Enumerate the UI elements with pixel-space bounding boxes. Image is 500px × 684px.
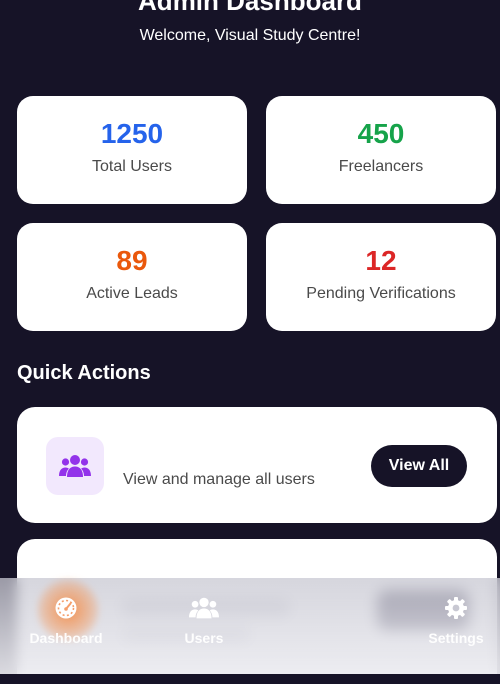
stat-value: 89 xyxy=(116,245,148,276)
gear-icon xyxy=(445,597,467,619)
stat-label: Active Leads xyxy=(86,285,178,302)
quick-actions-title: Quick Actions xyxy=(17,362,151,384)
stat-label: Total Users xyxy=(91,158,173,175)
bottom-nav: Dashboard Users Settings xyxy=(0,578,500,674)
nav-item-settings[interactable]: Settings xyxy=(406,596,500,646)
stat-value: 12 xyxy=(365,245,397,276)
stat-card-active-leads[interactable]: 89 Active Leads xyxy=(17,223,247,331)
nav-item-dashboard[interactable]: Dashboard xyxy=(16,596,116,646)
stat-card-total-users[interactable]: 1250 Total Users xyxy=(17,96,247,204)
users-icon xyxy=(189,597,219,619)
stat-card-freelancers[interactable]: 450 Freelancers xyxy=(266,96,496,204)
page-title: Admin Dashboard xyxy=(138,0,362,16)
users-icon xyxy=(46,437,104,495)
nav-label: Dashboard xyxy=(29,630,103,646)
nav-label: Users xyxy=(184,630,224,646)
action-description: View and manage all users xyxy=(123,471,315,488)
stat-label: Freelancers xyxy=(338,158,424,175)
dashboard-gauge-icon xyxy=(55,597,77,619)
stat-value: 450 xyxy=(357,118,405,149)
stat-value: 1250 xyxy=(100,118,164,149)
manage-users-card[interactable]: View and manage all users View All xyxy=(17,407,497,523)
stat-label: Pending Verifications xyxy=(306,285,456,302)
nav-label: Settings xyxy=(428,630,484,646)
welcome-subtitle: Welcome, Visual Study Centre! xyxy=(139,27,361,44)
stat-card-pending-verifications[interactable]: 12 Pending Verifications xyxy=(266,223,496,331)
nav-item-users[interactable]: Users xyxy=(154,596,254,646)
bottom-edge xyxy=(0,674,500,684)
view-all-button[interactable]: View All xyxy=(371,445,467,487)
